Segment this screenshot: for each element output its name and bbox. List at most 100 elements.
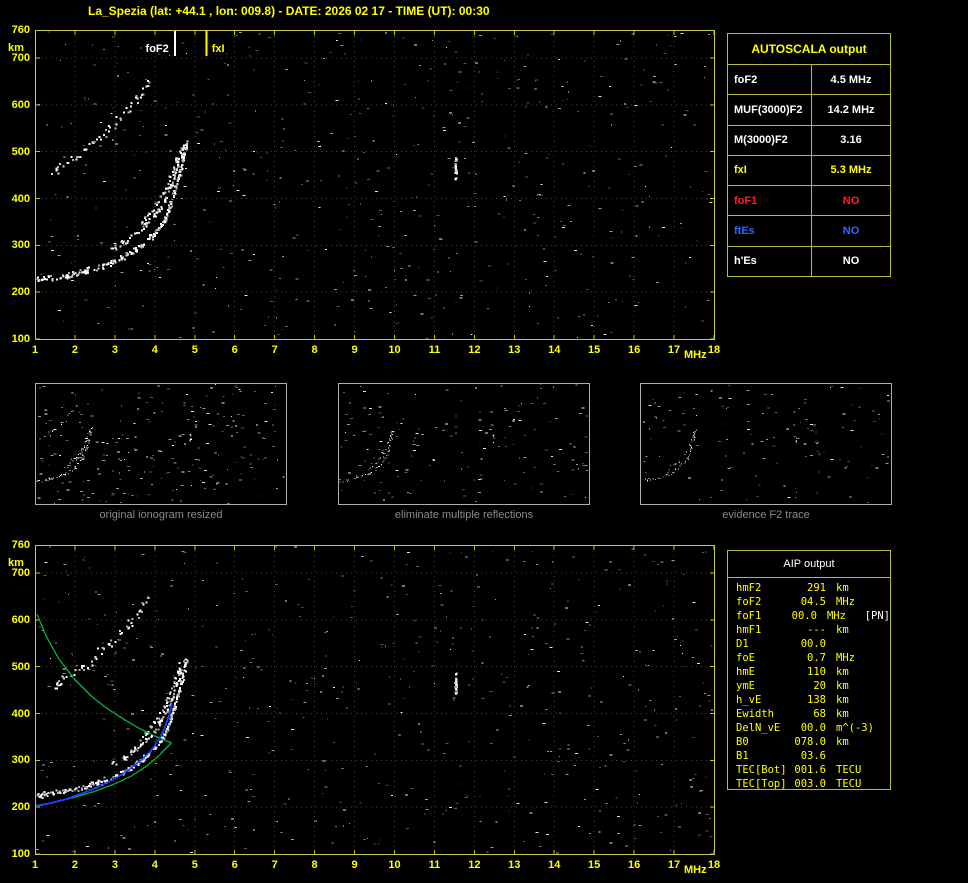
noise-point (551, 692, 555, 694)
aip-param-name: TEC[Top] (736, 778, 787, 790)
noise-point (533, 88, 537, 90)
echo-point (105, 263, 108, 266)
noise-point (887, 456, 890, 458)
echo-point (685, 461, 687, 463)
noise-point (215, 646, 219, 648)
echo-point (648, 478, 650, 480)
noise-point (156, 610, 158, 612)
noise-point (56, 491, 59, 493)
echo-point (108, 126, 111, 129)
fitted-trace-point (107, 780, 110, 783)
echo-point (119, 245, 122, 248)
aip-param-value: 078.0 (794, 736, 826, 748)
noise-point (386, 596, 389, 598)
noise-point (403, 698, 405, 699)
echo-point (89, 785, 92, 788)
echo-point (357, 476, 359, 478)
noise-point (69, 684, 71, 686)
noise-point (392, 115, 394, 117)
noise-point (564, 607, 568, 609)
noise-point (721, 479, 723, 481)
noise-point (830, 459, 834, 461)
noise-point (583, 314, 585, 316)
noise-point (48, 445, 50, 447)
noise-point (117, 458, 120, 460)
noise-point (638, 793, 640, 795)
noise-point (829, 387, 831, 389)
noise-point (448, 257, 450, 259)
noise-point (65, 43, 67, 45)
echo-point (103, 779, 106, 782)
noise-point (680, 32, 684, 34)
noise-point (565, 774, 569, 776)
noise-point (231, 818, 234, 820)
echo-point (379, 457, 381, 459)
noise-point (94, 805, 96, 807)
echo-point (78, 669, 81, 671)
noise-point (569, 443, 572, 445)
noise-point (679, 695, 681, 697)
noise-point (454, 51, 458, 53)
noise-point (534, 79, 538, 81)
echo-point (180, 672, 183, 675)
noise-point (664, 155, 667, 157)
noise-point (158, 276, 161, 278)
noise-point (508, 810, 510, 812)
noise-point (307, 249, 309, 251)
noise-point (308, 769, 309, 771)
echo-point (107, 261, 110, 264)
fitted-trace-point (165, 722, 168, 725)
aip-param-unit: km (836, 582, 849, 594)
noise-point (227, 770, 231, 772)
noise-point (537, 617, 540, 619)
echo-point (687, 459, 689, 461)
echo-point (114, 127, 117, 130)
noise-point (534, 428, 536, 430)
noise-point (252, 173, 255, 175)
echo-point (493, 437, 495, 439)
noise-point (487, 308, 489, 310)
noise-point (485, 432, 489, 434)
noise-point (63, 474, 66, 476)
noise-point (695, 415, 697, 416)
noise-point (490, 846, 494, 848)
noise-point (101, 389, 104, 391)
noise-point (460, 552, 462, 554)
noise-point (329, 52, 332, 54)
echo-point (666, 474, 668, 476)
echo-point (82, 455, 84, 456)
noise-point (466, 87, 468, 89)
noise-point (215, 384, 217, 386)
noise-point (486, 851, 489, 853)
noise-point (70, 122, 72, 124)
echo-point (134, 232, 137, 235)
noise-point (166, 388, 170, 390)
noise-point (859, 406, 861, 408)
echo-point (391, 433, 393, 435)
noise-point (339, 802, 342, 803)
echo-point (83, 456, 85, 458)
bottom-ionogram-plot (35, 545, 715, 855)
noise-point (249, 789, 252, 790)
noise-point (40, 273, 43, 275)
noise-point (540, 384, 541, 386)
noise-point (571, 493, 573, 495)
noise-point (225, 424, 229, 426)
noise-point (528, 684, 531, 686)
noise-point (448, 40, 450, 42)
noise-point (394, 278, 396, 280)
echo-point (169, 187, 172, 190)
noise-point (474, 173, 477, 175)
noise-point (291, 728, 294, 730)
noise-point (563, 100, 565, 101)
noise-point (269, 269, 273, 271)
noise-point (86, 845, 89, 847)
noise-point (621, 300, 623, 302)
echo-point (59, 684, 62, 686)
noise-point (303, 103, 306, 105)
noise-point (503, 770, 505, 772)
echo-point (173, 685, 176, 688)
echo-point (98, 264, 100, 267)
noise-point (148, 421, 151, 423)
echo-point (88, 266, 90, 269)
